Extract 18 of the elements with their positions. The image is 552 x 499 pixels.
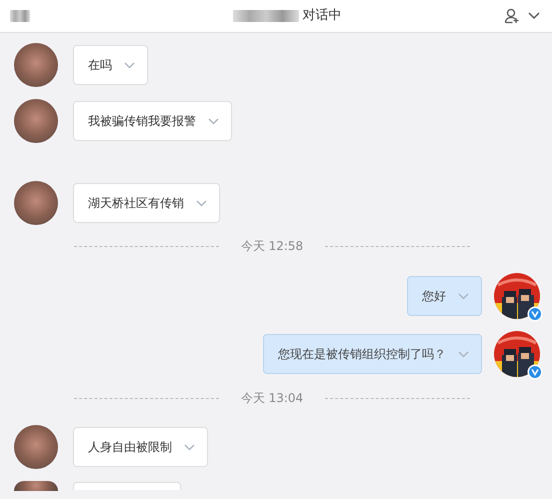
- message-bubble[interactable]: 在吗: [73, 45, 148, 85]
- timestamp: 今天 12:58: [240, 238, 304, 255]
- redacted-name: [232, 10, 298, 22]
- avatar[interactable]: [14, 181, 58, 225]
- message-bubble[interactable]: 湖天桥社区有传销: [73, 183, 220, 223]
- chevron-down-icon[interactable]: [528, 12, 540, 20]
- avatar[interactable]: [14, 481, 58, 491]
- message-bubble[interactable]: 人身自由被限制: [73, 427, 208, 467]
- avatar[interactable]: [14, 425, 58, 469]
- redacted-name: [10, 10, 30, 22]
- message-bubble[interactable]: 您好: [407, 276, 482, 316]
- message-bubble[interactable]: 您现在是被传销组织控制了吗？: [263, 334, 482, 374]
- avatar[interactable]: [14, 43, 58, 87]
- avatar[interactable]: [14, 99, 58, 143]
- add-contact-icon[interactable]: [504, 8, 520, 24]
- conversation-status: 对话中: [302, 7, 342, 26]
- message-bubble[interactable]: 我被骗传销我要报警: [73, 101, 232, 141]
- timestamp: 今天 13:04: [240, 390, 304, 407]
